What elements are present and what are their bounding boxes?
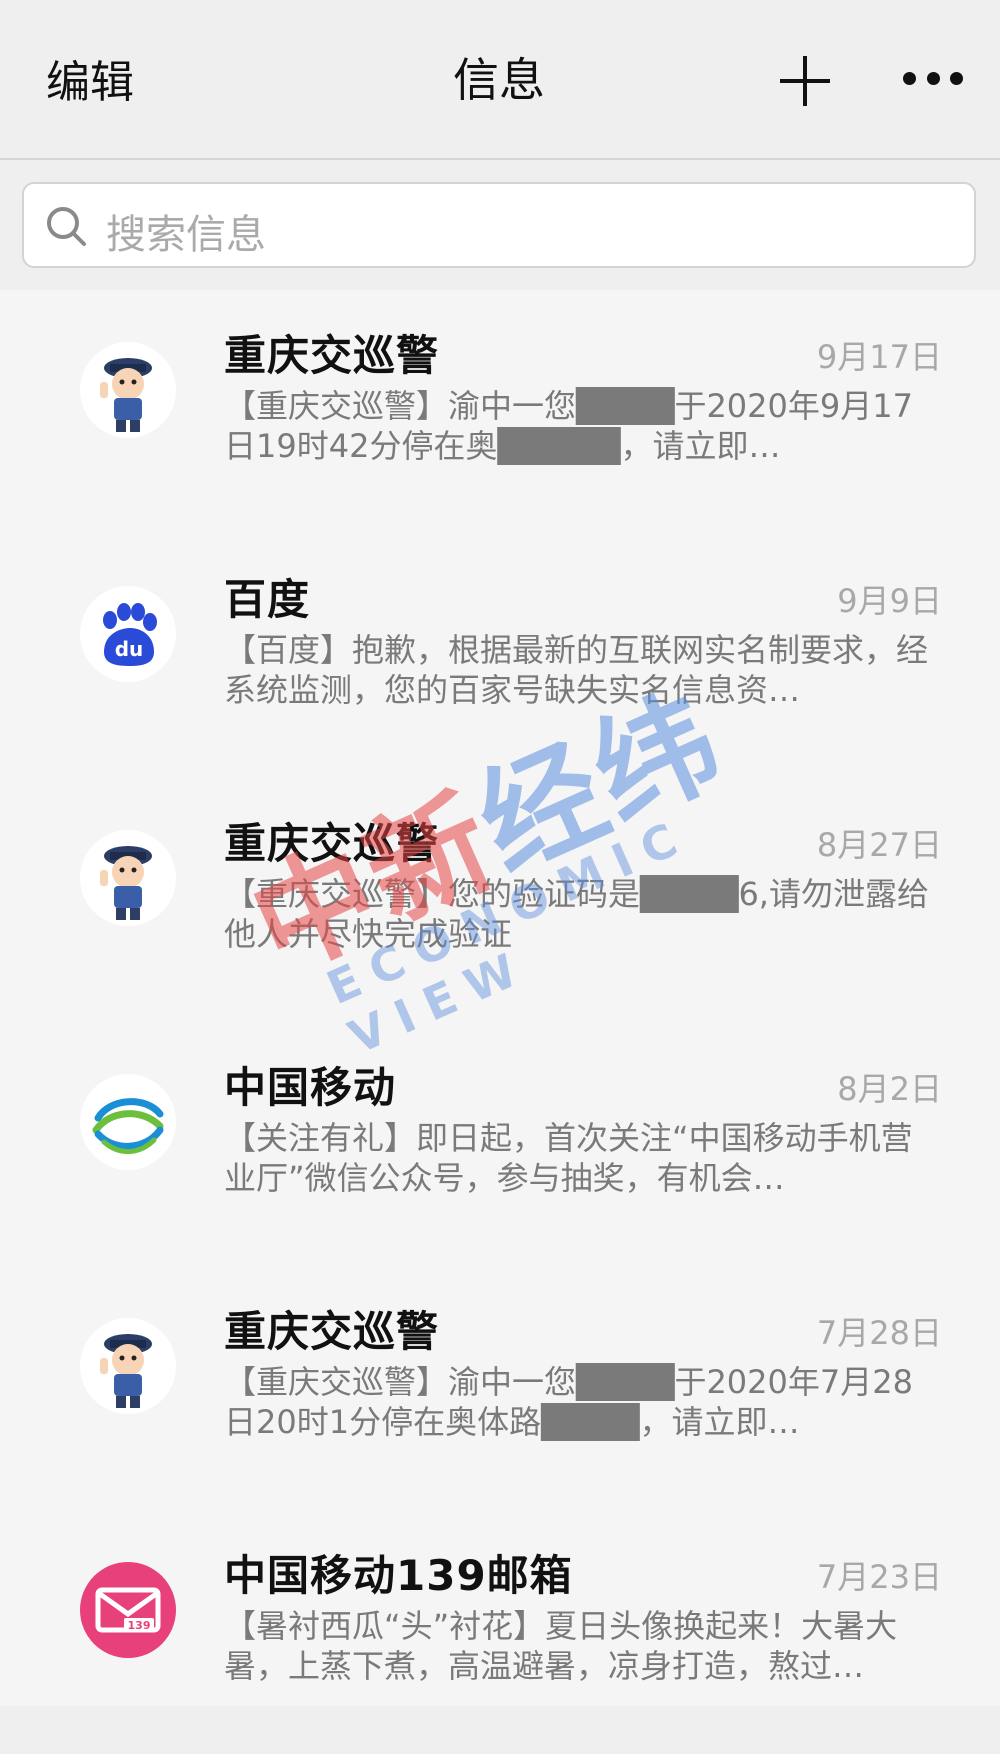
more-icon[interactable] [903, 72, 963, 86]
search-icon [47, 207, 86, 246]
message-preview: 【重庆交巡警】渝中一您████于2020年9月17日19时42分停在奥█████… [224, 387, 913, 465]
baidu-logo: du [80, 586, 176, 682]
sender-name: 重庆交巡警 [224, 819, 440, 868]
search-placeholder: 搜索信息 [106, 212, 266, 258]
mail139-logo: 139 [80, 1562, 176, 1658]
message-preview: 【暑衬西瓜“头”衬花】夏日头像换起来！大暑大暑，上蒸下煮，高温避暑，凉身打造，熬… [224, 1607, 898, 1685]
svg-text:du: du [115, 637, 144, 661]
svg-text:139: 139 [128, 1619, 151, 1632]
message-date: 8月27日 [816, 826, 942, 864]
police-avatar [80, 1318, 176, 1414]
list-item[interactable]: 重庆交巡警 7月28日 【重庆交巡警】渝中一您████于2020年7月28日20… [0, 1266, 1000, 1510]
page-title: 信息 [0, 44, 1000, 110]
sender-name: 中国移动 [224, 1063, 397, 1112]
message-date: 7月28日 [816, 1314, 942, 1352]
message-preview: 【重庆交巡警】您的验证码是████6,请勿泄露给他人并尽快完成验证 [224, 875, 929, 953]
plus-icon[interactable] [780, 56, 830, 106]
sender-name: 重庆交巡警 [224, 1307, 440, 1356]
list-item[interactable]: 重庆交巡警 8月27日 【重庆交巡警】您的验证码是████6,请勿泄露给他人并尽… [0, 778, 1000, 1022]
message-list: 重庆交巡警 9月17日 【重庆交巡警】渝中一您████于2020年9月17日19… [0, 290, 1000, 1706]
nav-bar: 编辑 信息 [0, 0, 1000, 160]
message-preview: 【百度】抱歉，根据最新的互联网实名制要求，经系统监测，您的百家号缺失实名信息资… [224, 631, 929, 709]
police-avatar [80, 342, 176, 438]
search-input[interactable]: 搜索信息 [22, 182, 976, 268]
china-mobile-logo [80, 1074, 176, 1170]
sender-name: 中国移动139邮箱 [224, 1551, 573, 1600]
police-avatar [80, 830, 176, 926]
list-item[interactable]: du 百度 9月9日 【百度】抱歉，根据最新的互联网实名制要求，经系统监测，您的… [0, 534, 1000, 778]
sender-name: 百度 [224, 575, 311, 624]
list-item[interactable]: 重庆交巡警 9月17日 【重庆交巡警】渝中一您████于2020年9月17日19… [0, 290, 1000, 534]
sender-name: 重庆交巡警 [224, 331, 440, 380]
page-title-text: 信息 [453, 53, 545, 107]
list-item[interactable]: 139 中国移动139邮箱 7月23日 【暑衬西瓜“头”衬花】夏日头像换起来！大… [0, 1510, 1000, 1754]
message-date: 9月17日 [816, 338, 942, 376]
search-area: 搜索信息 [0, 160, 1000, 290]
message-date: 8月2日 [837, 1070, 942, 1108]
message-date: 7月23日 [816, 1558, 942, 1596]
message-preview: 【重庆交巡警】渝中一您████于2020年7月28日20时1分停在奥体路████… [224, 1363, 913, 1441]
list-item[interactable]: 中国移动 8月2日 【关注有礼】即日起，首次关注“中国移动手机营业厅”微信公众号… [0, 1022, 1000, 1266]
message-preview: 【关注有礼】即日起，首次关注“中国移动手机营业厅”微信公众号，参与抽奖，有机会… [224, 1119, 913, 1197]
message-date: 9月9日 [837, 582, 942, 620]
